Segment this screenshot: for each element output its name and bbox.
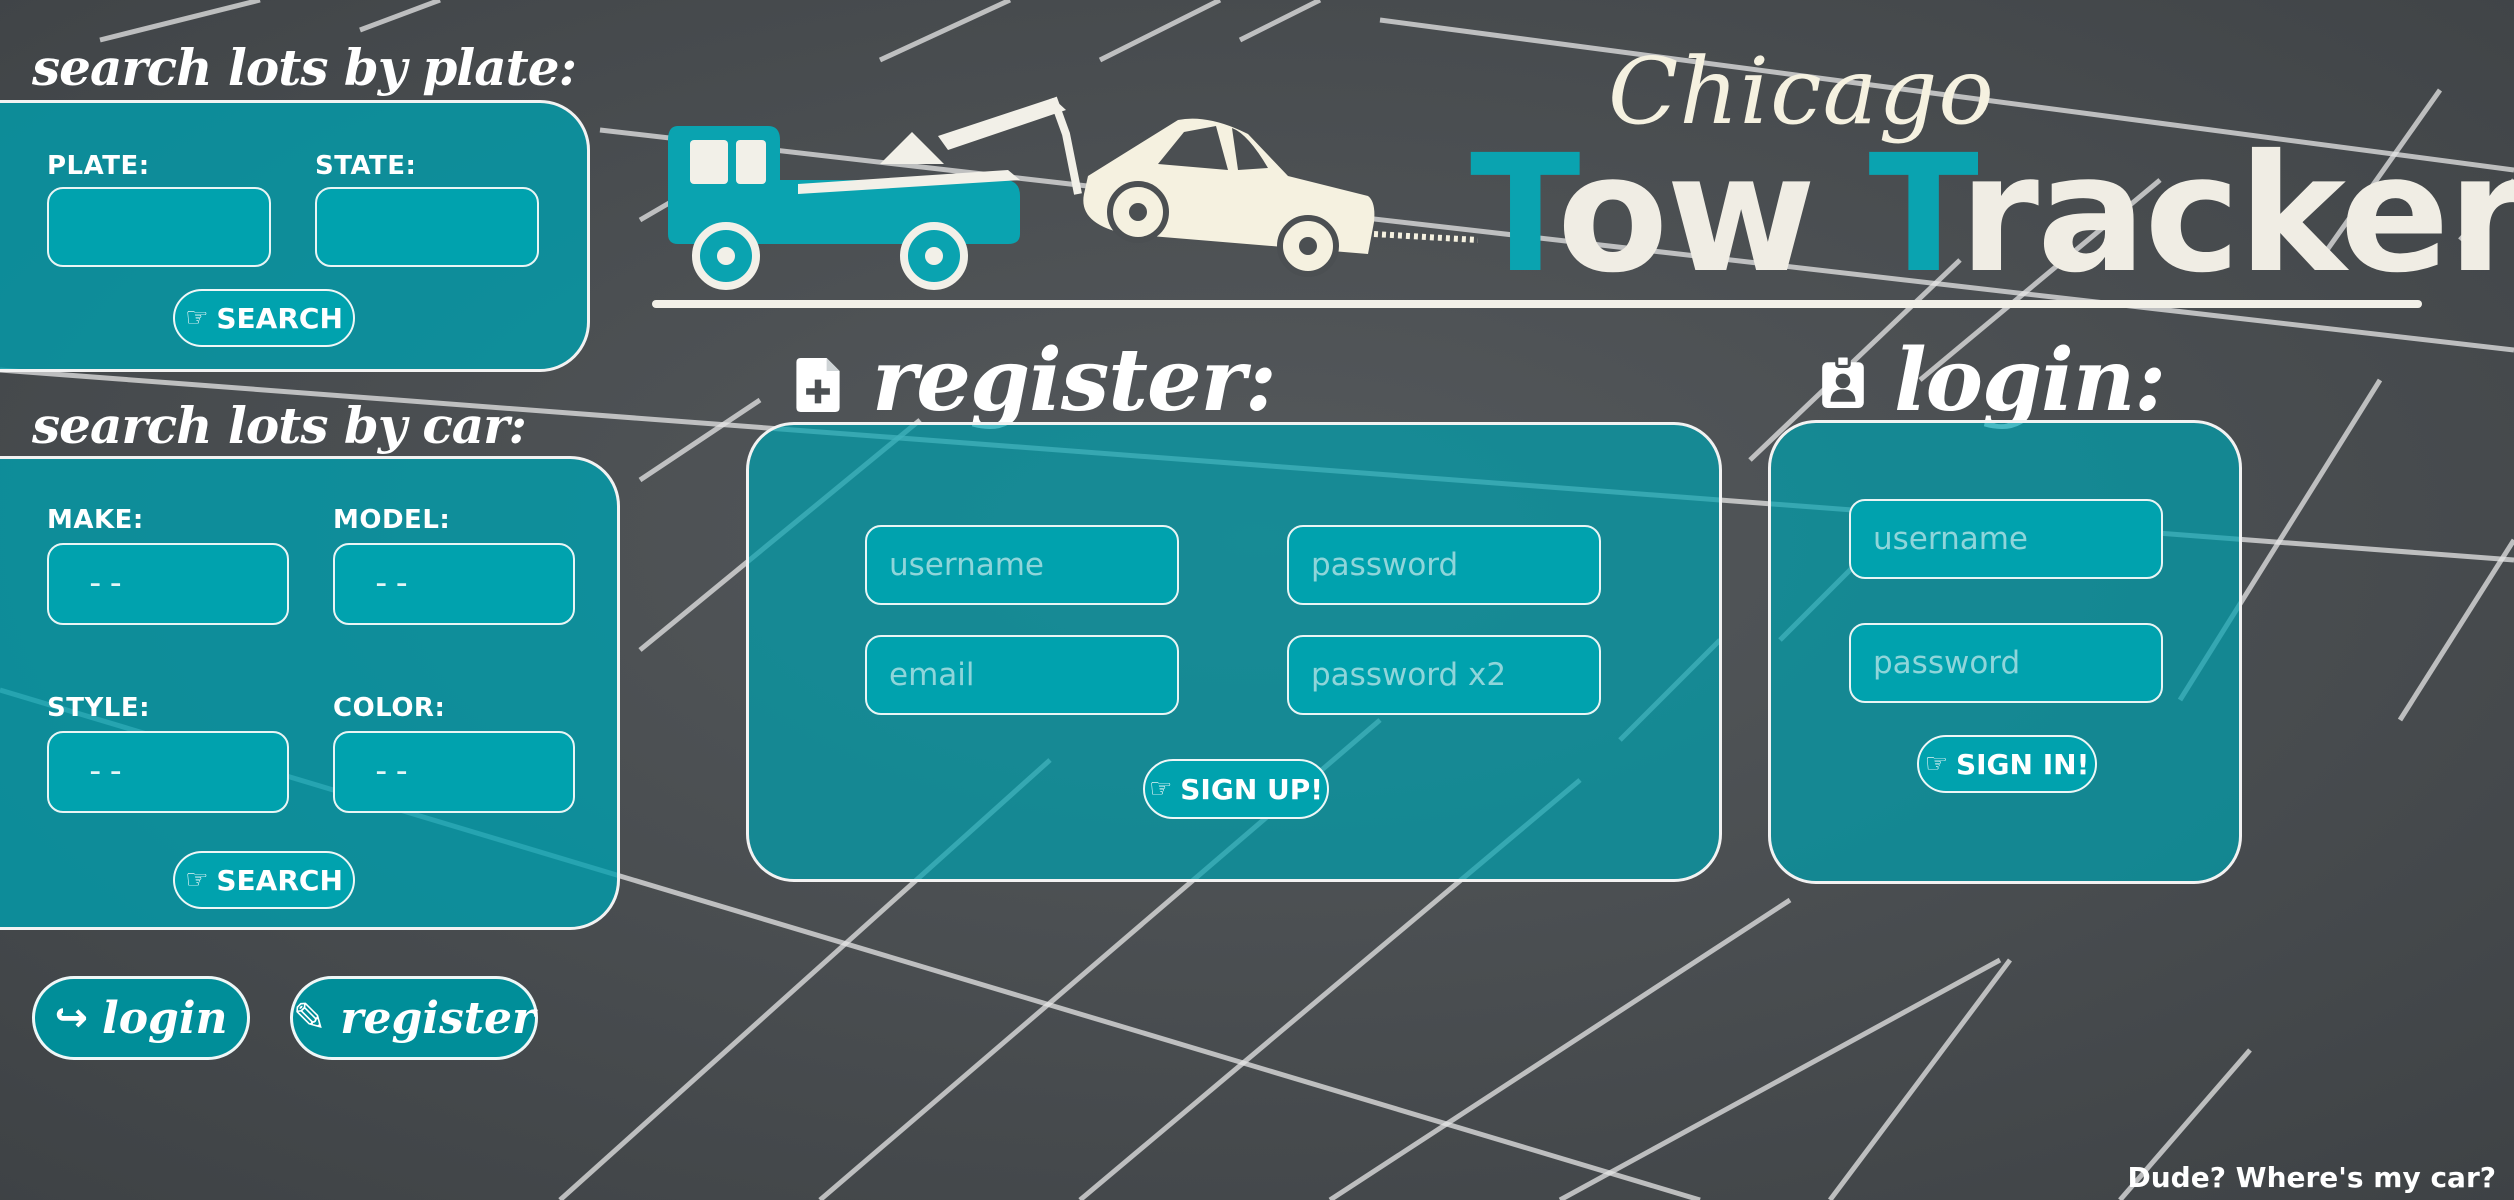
register-nav-label: register [340, 992, 536, 1044]
plate-search-button-label: SEARCH [216, 301, 343, 335]
login-heading: login: [1894, 330, 2166, 431]
make-select[interactable]: -- [47, 543, 289, 625]
plate-label: PLATE: [47, 151, 150, 181]
style-label: STYLE: [47, 693, 151, 723]
share-arrow-icon: ↪ [54, 995, 88, 1041]
sign-in-button[interactable]: ☞ SIGN IN! [1917, 735, 2097, 793]
footer-tagline: Dude? Where's my car? [2127, 1161, 2496, 1194]
logo-title-word2: racker [1959, 121, 2514, 309]
register-email-input[interactable] [865, 635, 1179, 715]
tow-truck-icon [668, 96, 1478, 290]
plate-input[interactable] [47, 187, 271, 267]
plate-search-panel: PLATE: STATE: ☞ SEARCH [0, 100, 590, 372]
register-panel: ☞ SIGN UP! [746, 422, 1722, 882]
register-heading: register: [872, 330, 1277, 431]
login-password-input[interactable] [1849, 623, 2163, 703]
logo-title-word1: ow [1557, 121, 1816, 309]
plate-search-button[interactable]: ☞ SEARCH [173, 289, 355, 347]
file-plus-icon [796, 358, 840, 412]
car-search-panel: MAKE: MODEL: -- -- STYLE: COLOR: -- -- ☞… [0, 456, 620, 930]
login-username-input[interactable] [1849, 499, 2163, 579]
login-nav-button[interactable]: ↪ login [32, 976, 250, 1060]
logo-title: Tow Tracker [1470, 134, 2514, 296]
login-nav-label: login [101, 992, 228, 1044]
login-panel: ☞ SIGN IN! [1768, 420, 2242, 884]
logo-title-t2: T [1868, 121, 1961, 309]
logo-title-t1: T [1470, 121, 1559, 309]
pointing-hand-icon: ☞ [1148, 774, 1173, 804]
model-label: MODEL: [333, 505, 451, 535]
register-password-input[interactable] [1287, 525, 1601, 605]
pointing-hand-icon: ☞ [185, 303, 209, 333]
register-nav-button[interactable]: ✎ register [290, 976, 538, 1060]
model-select[interactable]: -- [333, 543, 575, 625]
id-badge-icon [1822, 356, 1864, 408]
pointing-hand-icon: ☞ [1924, 749, 1948, 779]
register-username-input[interactable] [865, 525, 1179, 605]
style-select[interactable]: -- [47, 731, 289, 813]
make-label: MAKE: [47, 505, 144, 535]
plate-search-heading: search lots by plate: [32, 38, 577, 97]
car-search-button[interactable]: ☞ SEARCH [173, 851, 355, 909]
logo-underline [652, 300, 2422, 308]
car-search-button-label: SEARCH [216, 863, 343, 897]
color-label: COLOR: [333, 693, 446, 723]
pencil-icon: ✎ [292, 995, 327, 1041]
state-input[interactable] [315, 187, 539, 267]
sign-in-button-label: SIGN IN! [1955, 747, 2090, 781]
sign-up-button[interactable]: ☞ SIGN UP! [1143, 759, 1329, 819]
state-label: STATE: [315, 151, 417, 181]
pointing-hand-icon: ☞ [185, 865, 209, 895]
car-search-heading: search lots by car: [32, 396, 527, 455]
sign-up-button-label: SIGN UP! [1180, 772, 1324, 806]
color-select[interactable]: -- [333, 731, 575, 813]
register-password-confirm-input[interactable] [1287, 635, 1601, 715]
